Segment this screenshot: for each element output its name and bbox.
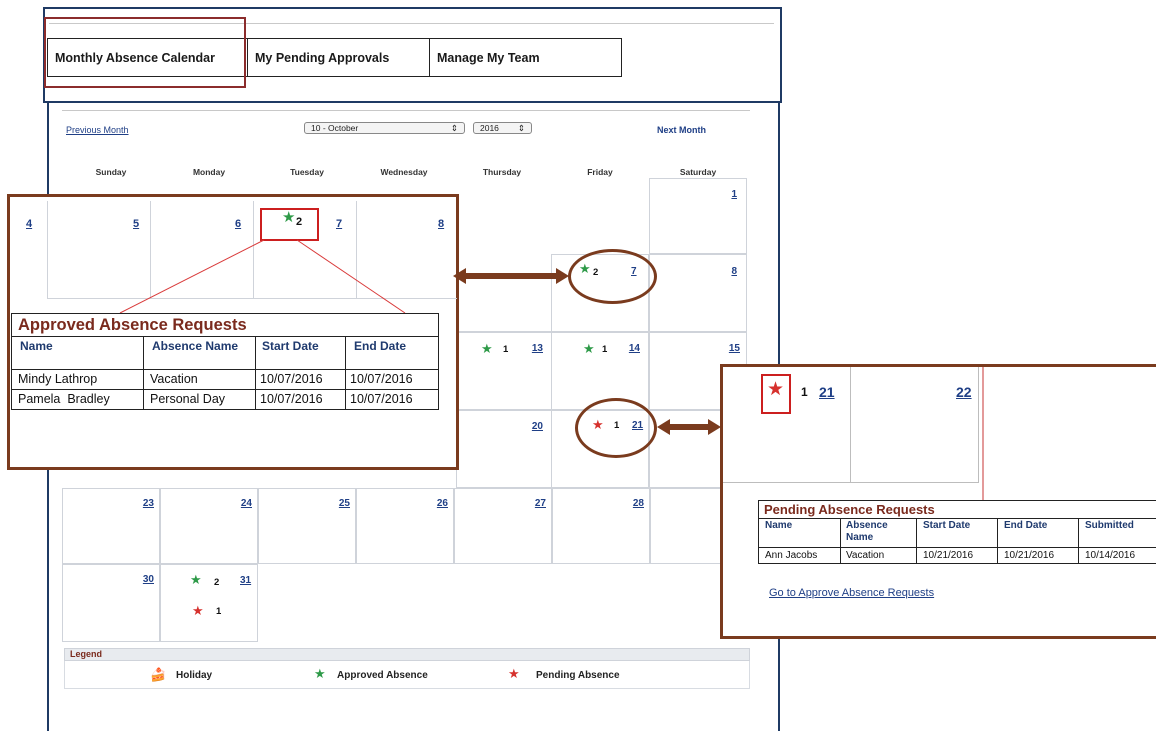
pending-table-title: Pending Absence Requests — [764, 502, 935, 517]
go-to-approve-absence-requests-link[interactable]: Go to Approve Absence Requests — [769, 587, 934, 599]
table-rule — [997, 518, 998, 564]
cell-edge — [982, 367, 984, 501]
column-header: Name — [765, 520, 793, 531]
pending-requests-callout: ★ 1 21 22 Pending Absence Requests Name … — [720, 364, 1156, 639]
highlight-circle — [568, 249, 657, 304]
pending-requests-table: Pending Absence Requests Name Absence Na… — [758, 500, 1156, 564]
table-cell: Ann Jacobs — [765, 550, 818, 561]
highlight-circle — [575, 398, 657, 458]
table-rule — [916, 518, 917, 564]
day-number[interactable]: 21 — [819, 384, 835, 400]
day-number[interactable]: 22 — [956, 384, 972, 400]
column-header: Submitted — [1085, 520, 1134, 531]
table-rule — [840, 518, 841, 564]
table-rule — [759, 547, 1156, 548]
table-cell: Vacation — [846, 550, 885, 561]
column-header: End Date — [1004, 520, 1048, 531]
table-cell: 10/21/2016 — [1004, 550, 1055, 561]
table-cell: 10/14/2016 — [1085, 550, 1136, 561]
column-header: Start Date — [923, 520, 971, 531]
pending-count: 1 — [801, 385, 808, 399]
table-rule — [759, 518, 1156, 519]
column-header: Absence Name — [846, 520, 888, 543]
table-rule — [1078, 518, 1079, 564]
table-cell: 10/21/2016 — [923, 550, 974, 561]
pending-star-icon[interactable]: ★ — [767, 378, 784, 401]
